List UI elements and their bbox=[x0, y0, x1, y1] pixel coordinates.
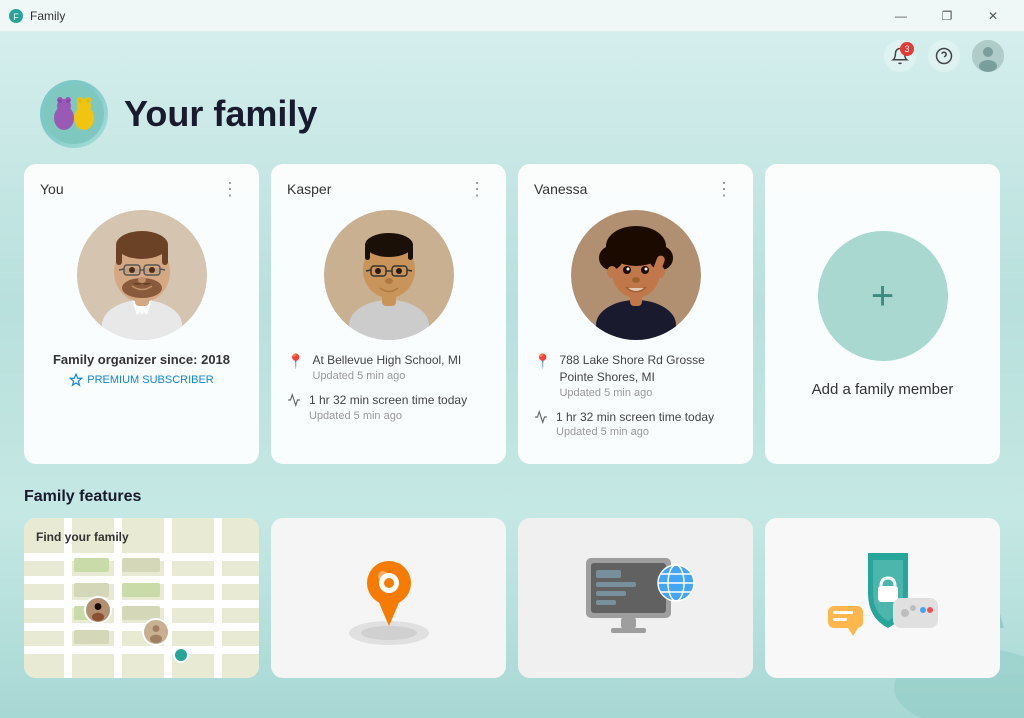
vanessa-screen-updated: Updated 5 min ago bbox=[556, 426, 714, 438]
page-title: Your family bbox=[124, 93, 317, 135]
features-section: Family features Find your family bbox=[0, 488, 1024, 678]
kasper-location: 📍 At Bellevue High School, MI Updated 5 … bbox=[287, 352, 490, 382]
kasper-details: 📍 At Bellevue High School, MI Updated 5 … bbox=[287, 352, 490, 422]
notification-badge: 3 bbox=[900, 42, 914, 56]
road-v3 bbox=[164, 518, 172, 678]
maximize-button[interactable]: ❐ bbox=[924, 0, 970, 32]
app-icon: F bbox=[8, 8, 24, 24]
kasper-avatar-image bbox=[324, 210, 454, 340]
map-block-2 bbox=[74, 583, 109, 597]
organizer-text: Family organizer since: 2018 bbox=[40, 352, 243, 367]
add-circle: + bbox=[818, 231, 948, 361]
map-green-2 bbox=[122, 583, 160, 597]
activity-icon-2 bbox=[534, 410, 548, 424]
feature-find-label: Find your family bbox=[36, 530, 129, 544]
location-card-bg bbox=[271, 518, 506, 678]
kasper-screen-text: 1 hr 32 min screen time today bbox=[309, 392, 467, 409]
member-card-vanessa[interactable]: Vanessa ⋮ bbox=[518, 164, 753, 464]
parental-card-bg bbox=[518, 518, 753, 678]
vanessa-details: 📍 788 Lake Shore Rd Grosse Pointe Shores… bbox=[534, 352, 737, 438]
titlebar: F Family — ❐ ✕ bbox=[0, 0, 1024, 32]
premium-icon bbox=[69, 373, 83, 387]
card-header-you: You ⋮ bbox=[40, 180, 243, 198]
app-container: 3 bbox=[0, 32, 1024, 718]
add-member-card[interactable]: + Add a family member bbox=[765, 164, 1000, 464]
help-icon bbox=[935, 47, 953, 65]
map-block-4 bbox=[74, 630, 109, 644]
card-menu-you[interactable]: ⋮ bbox=[217, 180, 243, 198]
vanessa-location-updated: Updated 5 min ago bbox=[559, 387, 737, 399]
map-block-1 bbox=[122, 558, 160, 572]
member-avatar-kasper bbox=[324, 210, 454, 340]
card-menu-kasper[interactable]: ⋮ bbox=[464, 180, 490, 198]
vanessa-location: 📍 788 Lake Shore Rd Grosse Pointe Shores… bbox=[534, 352, 737, 399]
vanessa-location-text: 788 Lake Shore Rd Grosse Pointe Shores, … bbox=[559, 352, 737, 386]
user-avatar-icon bbox=[972, 40, 1004, 72]
family-logo bbox=[40, 80, 108, 148]
kasper-screen-updated: Updated 5 min ago bbox=[309, 410, 467, 422]
parental-illustration bbox=[571, 538, 701, 658]
app-title: Family bbox=[30, 9, 65, 23]
close-button[interactable]: ✕ bbox=[970, 0, 1016, 32]
feature-card-protection[interactable] bbox=[765, 518, 1000, 678]
vanessa-screentime: 1 hr 32 min screen time today Updated 5 … bbox=[534, 409, 737, 439]
member-card-you: You ⋮ bbox=[24, 164, 259, 464]
page-header: Your family bbox=[0, 80, 1024, 164]
road-h5 bbox=[24, 646, 259, 654]
kasper-location-updated: Updated 5 min ago bbox=[312, 370, 461, 382]
member-avatar-vanessa bbox=[571, 210, 701, 340]
premium-label: PREMIUM SUBSCRIBER bbox=[87, 374, 214, 386]
kasper-screentime: 1 hr 32 min screen time today Updated 5 … bbox=[287, 392, 490, 422]
members-grid: You ⋮ bbox=[0, 164, 1024, 464]
feature-card-location[interactable] bbox=[271, 518, 506, 678]
location-icon-vanessa: 📍 bbox=[534, 353, 551, 370]
card-header-kasper: Kasper ⋮ bbox=[287, 180, 490, 198]
user-avatar[interactable] bbox=[972, 40, 1004, 72]
premium-badge: PREMIUM SUBSCRIBER bbox=[40, 373, 243, 387]
member-avatar-you bbox=[77, 210, 207, 340]
road-v4 bbox=[214, 518, 222, 678]
you-avatar-image bbox=[77, 210, 207, 340]
map-green-1 bbox=[74, 558, 109, 572]
screentime-icon-kasper bbox=[287, 393, 301, 410]
titlebar-left: F Family bbox=[8, 8, 65, 24]
add-member-label: Add a family member bbox=[812, 381, 954, 398]
topbar: 3 bbox=[0, 32, 1024, 80]
member-info-you: Family organizer since: 2018 PREMIUM SUB… bbox=[40, 352, 243, 387]
protection-card-bg bbox=[765, 518, 1000, 678]
add-icon: + bbox=[871, 276, 894, 316]
features-title: Family features bbox=[24, 488, 1000, 506]
location-icon-kasper: 📍 bbox=[287, 353, 304, 370]
svg-text:F: F bbox=[13, 12, 19, 22]
member-name-kasper: Kasper bbox=[287, 181, 331, 197]
screentime-icon-vanessa bbox=[534, 410, 548, 427]
protection-illustration bbox=[818, 538, 948, 658]
activity-icon bbox=[287, 393, 301, 407]
location-pin-illustration bbox=[329, 538, 449, 658]
family-logo-icon bbox=[44, 84, 104, 144]
card-menu-vanessa[interactable]: ⋮ bbox=[711, 180, 737, 198]
member-name-vanessa: Vanessa bbox=[534, 181, 587, 197]
kasper-location-text: At Bellevue High School, MI bbox=[312, 352, 461, 369]
member-name-you: You bbox=[40, 181, 64, 197]
feature-card-parental[interactable] bbox=[518, 518, 753, 678]
window-controls: — ❐ ✕ bbox=[878, 0, 1016, 32]
member-card-kasper[interactable]: Kasper ⋮ bbox=[271, 164, 506, 464]
vanessa-screen-text: 1 hr 32 min screen time today bbox=[556, 409, 714, 426]
help-button[interactable] bbox=[928, 40, 960, 72]
feature-card-find[interactable]: Find your family bbox=[24, 518, 259, 678]
notification-button[interactable]: 3 bbox=[884, 40, 916, 72]
minimize-button[interactable]: — bbox=[878, 0, 924, 32]
card-header-vanessa: Vanessa ⋮ bbox=[534, 180, 737, 198]
features-grid: Find your family bbox=[24, 518, 1000, 678]
vanessa-avatar-image bbox=[571, 210, 701, 340]
